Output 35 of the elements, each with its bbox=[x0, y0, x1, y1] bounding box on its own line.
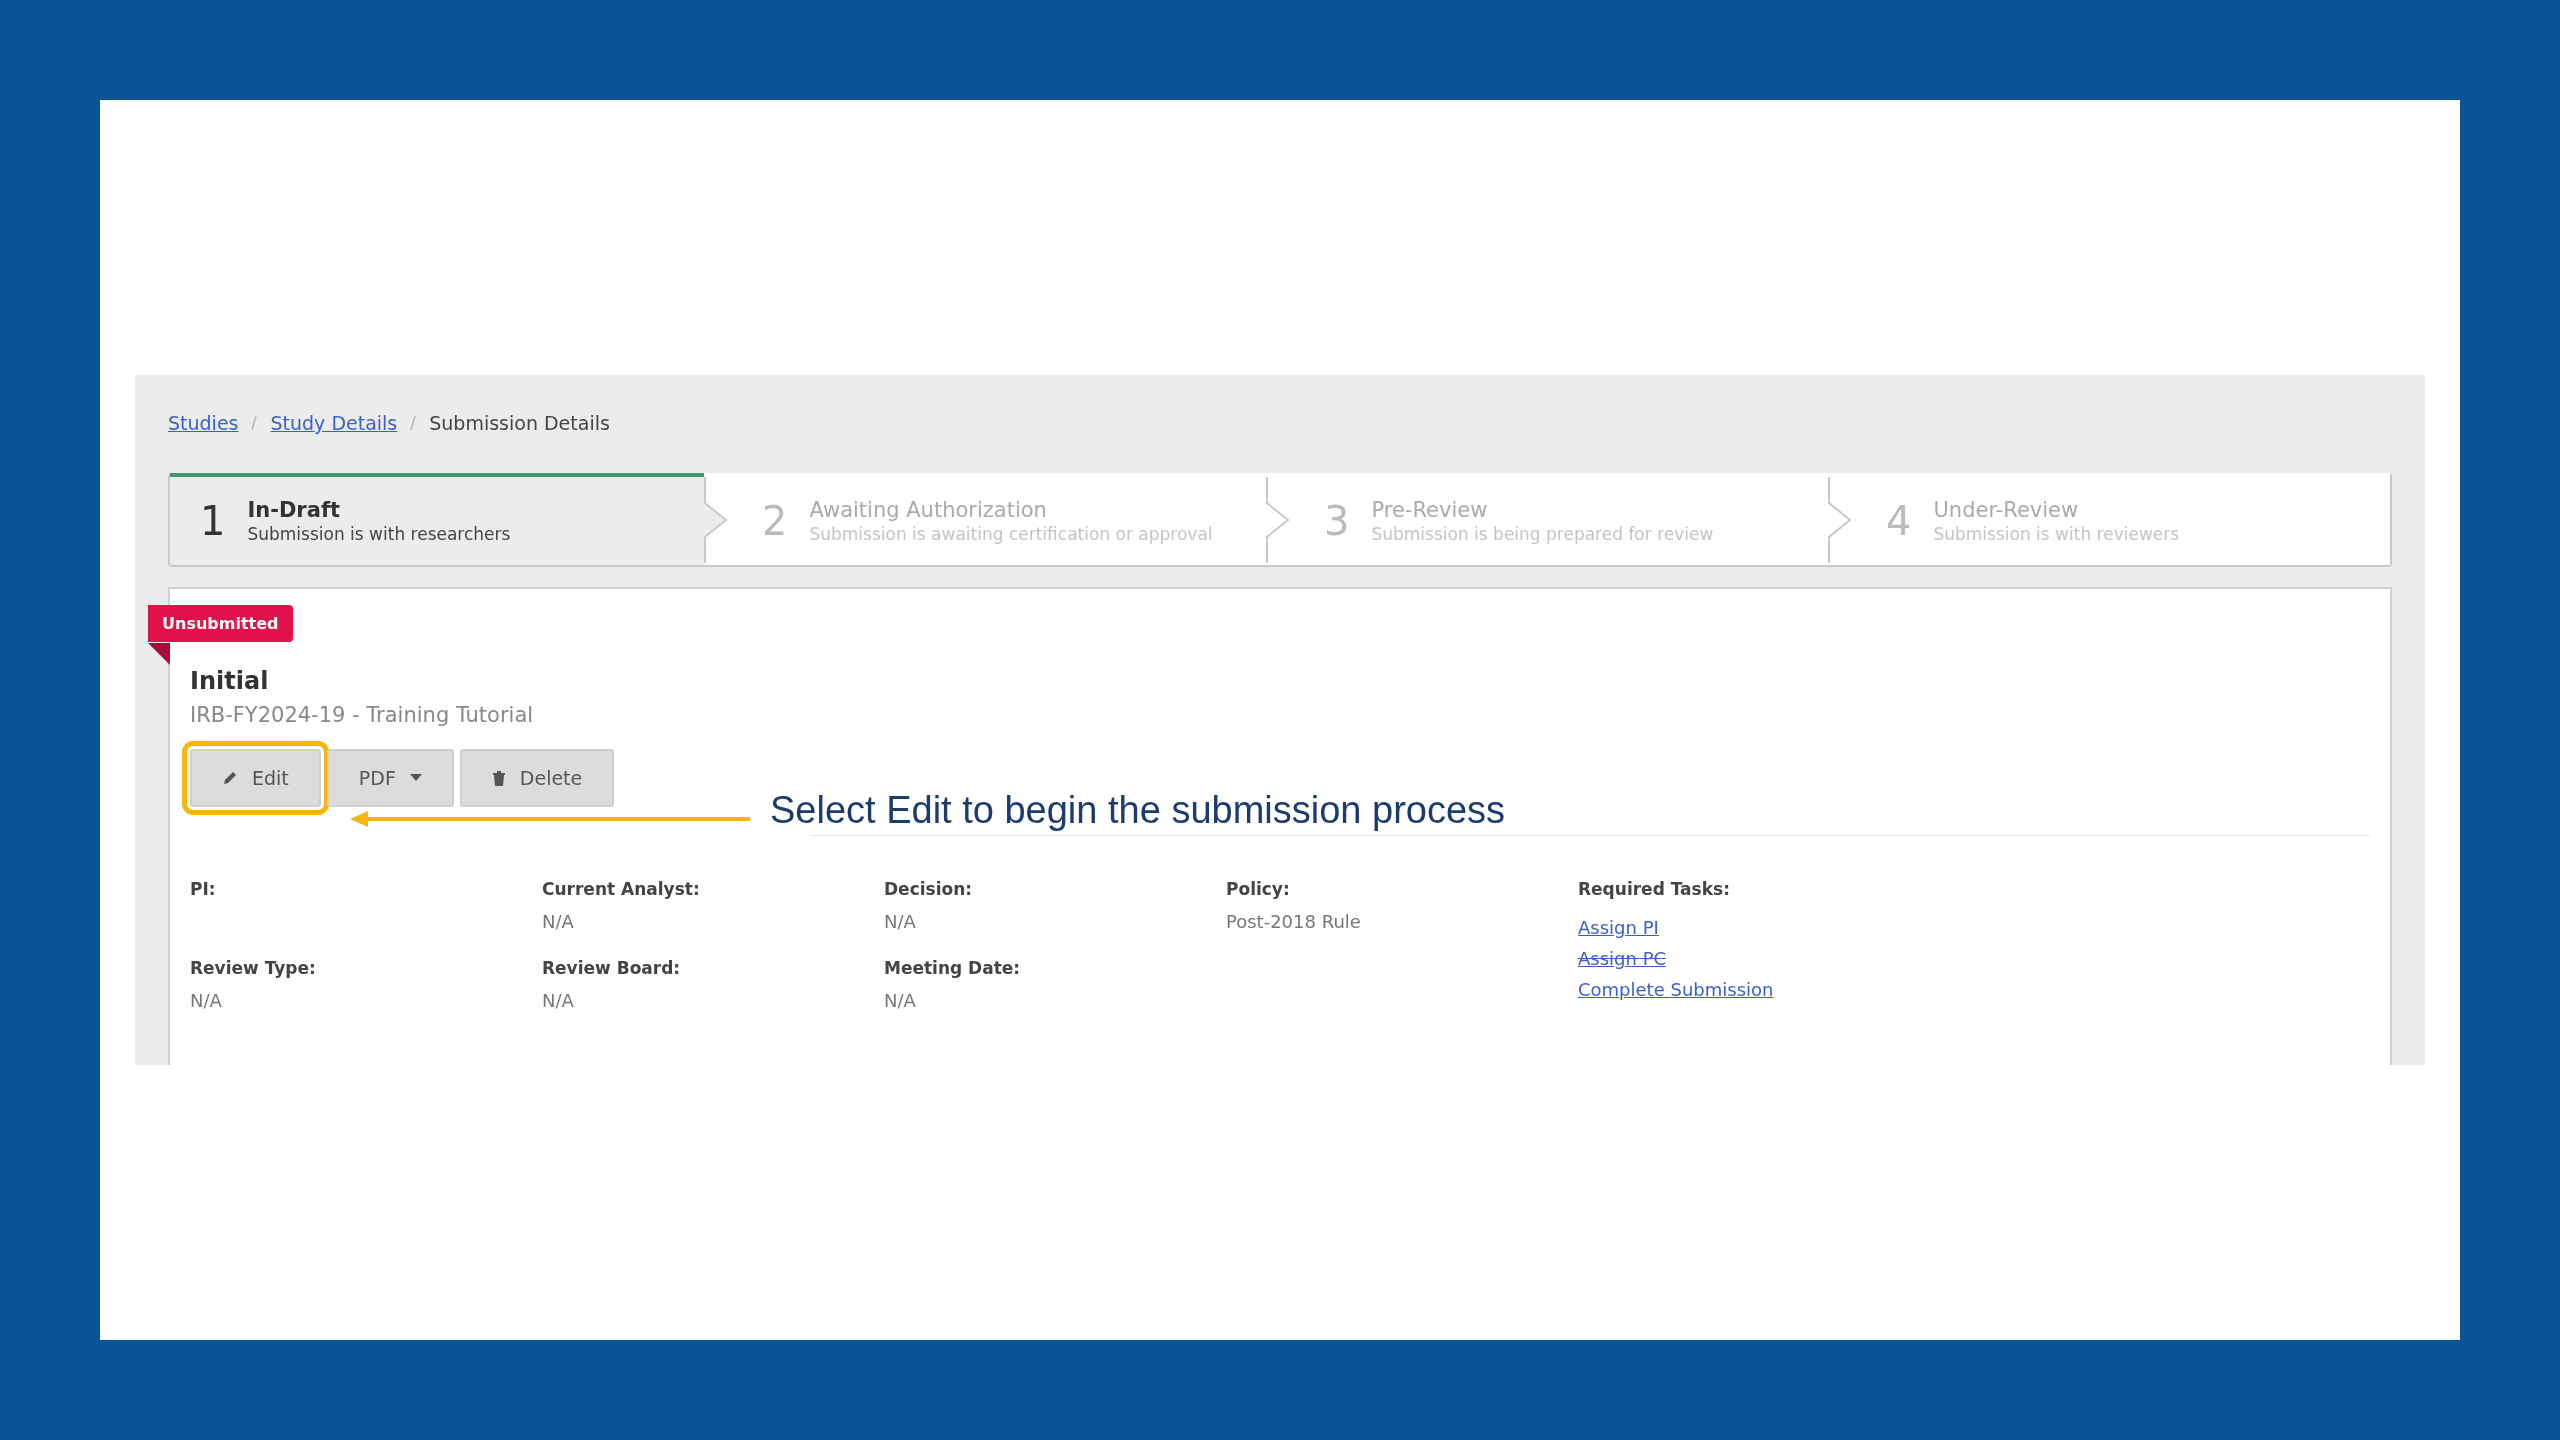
study-name: IRB-FY2024-19 - Training Tutorial bbox=[190, 703, 535, 727]
field-label: Current Analyst: bbox=[542, 879, 701, 899]
caret-icon bbox=[409, 774, 422, 782]
task-link[interactable]: Complete Submission bbox=[1578, 979, 1978, 1000]
field-value: N/A bbox=[542, 990, 575, 1011]
breadcrumb-link[interactable]: Studies bbox=[168, 412, 239, 434]
ribbon-fold-icon bbox=[148, 643, 170, 665]
pencil-icon bbox=[222, 770, 238, 786]
step-chevron-icon bbox=[704, 477, 728, 563]
current-page-label: Submission Details bbox=[429, 412, 610, 434]
slash-icon bbox=[250, 415, 259, 431]
field-label: Decision: bbox=[884, 879, 974, 899]
status-ribbon: Unsubmitted bbox=[148, 605, 293, 642]
field-value: N/A bbox=[190, 990, 223, 1011]
field-value: N/A bbox=[884, 990, 917, 1011]
step-chevron-icon bbox=[1828, 477, 1852, 563]
dropdown-button[interactable]: PDF bbox=[326, 749, 454, 807]
submission-title: Initial bbox=[190, 667, 270, 695]
field-label: PI: bbox=[190, 879, 217, 899]
slash-icon bbox=[409, 415, 418, 431]
task-link[interactable]: Assign PC bbox=[1578, 948, 1978, 969]
field-value: N/A bbox=[542, 911, 575, 932]
field-label: Required Tasks: bbox=[1578, 879, 1731, 899]
field-value: Post-2018 Rule bbox=[1226, 911, 1362, 932]
field-label: Policy: bbox=[1226, 879, 1291, 899]
trash-icon bbox=[491, 770, 506, 786]
field-label: Meeting Date: bbox=[884, 958, 1022, 978]
breadcrumb-link[interactable]: Study Details bbox=[270, 412, 398, 434]
field-value: N/A bbox=[884, 911, 917, 932]
delete-button[interactable]: Delete bbox=[459, 749, 615, 807]
task-link[interactable]: Assign PI bbox=[1578, 917, 1978, 938]
field-label: Review Type: bbox=[190, 958, 317, 978]
field-label: Review Board: bbox=[542, 958, 682, 978]
callout-text: Select Edit to begin the submission process bbox=[770, 789, 1506, 832]
step-chevron-icon bbox=[1266, 477, 1290, 563]
